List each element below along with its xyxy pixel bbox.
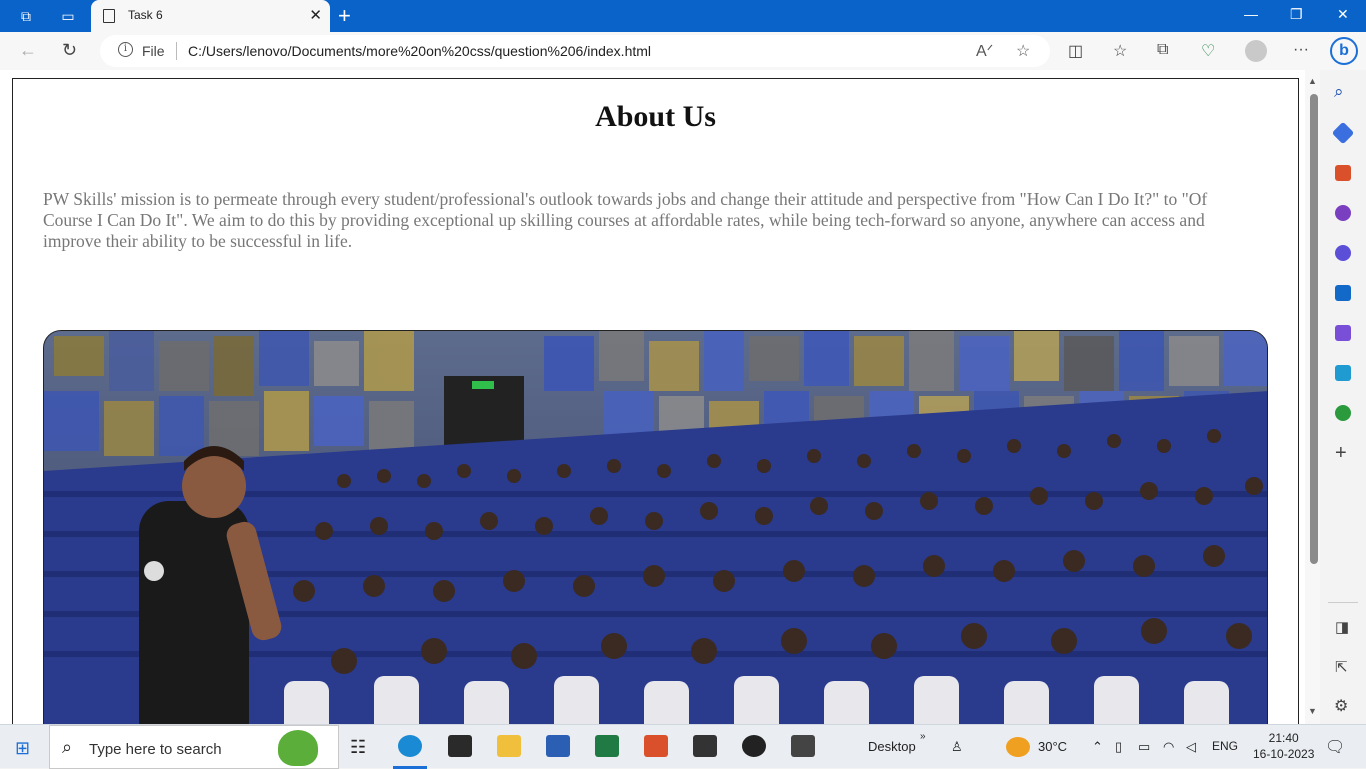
page-viewport: About Us PW Skills' mission is to permea… (0, 70, 1320, 724)
new-tab-icon[interactable]: + (338, 3, 351, 29)
page-icon (103, 9, 115, 23)
close-window-icon[interactable]: ✕ (1337, 6, 1349, 23)
file-label: File (142, 43, 165, 59)
taskbar-search[interactable]: ⌕ Type here to search (49, 725, 339, 769)
system-clock[interactable]: 21:40 16-10-2023 (1253, 730, 1314, 762)
wordpress-icon[interactable] (742, 735, 766, 757)
games-icon[interactable] (1335, 205, 1351, 221)
browser-toolbar: ← ↻ i File C:/Users/lenovo/Documents/mor… (0, 32, 1366, 70)
windows-start-icon[interactable]: ⊞ (15, 738, 30, 759)
notifications-icon[interactable]: 🗨 (1325, 737, 1345, 757)
url-text[interactable]: C:/Users/lenovo/Documents/more%20on%20cs… (188, 43, 651, 59)
volume-icon[interactable]: ◁ (1186, 739, 1196, 755)
wifi-icon[interactable]: ◠ (1163, 739, 1174, 755)
weather-sun-icon[interactable] (1006, 737, 1030, 757)
wordpress-app-icon[interactable] (791, 735, 815, 757)
scroll-down-icon[interactable]: ▼ (1308, 706, 1317, 716)
more-options-icon[interactable]: ··· (1293, 41, 1309, 59)
minimize-icon[interactable]: — (1244, 6, 1258, 22)
close-tab-icon[interactable]: ✕ (309, 6, 322, 24)
edge-sidebar: ⌕ + ◨ ⇱ ⚙ (1320, 70, 1366, 724)
mail-icon[interactable] (448, 735, 472, 757)
add-sidebar-app-icon[interactable]: + (1335, 442, 1347, 465)
dragon-search-highlight-icon (278, 730, 318, 766)
tab-title: Task 6 (128, 8, 163, 22)
read-aloud-icon[interactable]: Aᐟ (976, 41, 993, 61)
task-view-icon[interactable]: ☷ (350, 737, 366, 758)
auditorium-photo (43, 330, 1268, 724)
tree-icon[interactable] (1335, 405, 1351, 421)
powerpoint-icon[interactable] (644, 735, 668, 757)
excel-icon[interactable] (595, 735, 619, 757)
people-icon[interactable]: ♙ (951, 739, 963, 755)
search-icon[interactable]: ⌕ (1334, 82, 1344, 102)
chevron-double-icon[interactable]: » (920, 731, 926, 742)
workspaces-icon[interactable]: ⧉ (4, 0, 48, 32)
battery-icon[interactable]: ▭ (1138, 739, 1150, 755)
restore-icon[interactable]: ❐ (1290, 6, 1303, 23)
windows-taskbar: ⊞ ⌕ Type here to search ☷ Desktop » ♙ 30… (0, 724, 1366, 769)
favorite-star-icon[interactable]: ☆ (1016, 41, 1030, 61)
desktop-label[interactable]: Desktop (868, 739, 916, 754)
browser-essentials-icon[interactable]: ♡ (1201, 41, 1215, 61)
address-bar[interactable]: i File C:/Users/lenovo/Documents/more%20… (100, 35, 1050, 67)
temperature-label[interactable]: 30°C (1038, 739, 1067, 754)
open-external-icon[interactable]: ⇱ (1335, 658, 1348, 676)
file-explorer-icon[interactable] (497, 735, 521, 757)
search-icon: ⌕ (62, 737, 73, 757)
refresh-icon[interactable]: ↻ (62, 40, 77, 61)
clock-time: 21:40 (1268, 731, 1299, 745)
sidebar-settings-icon[interactable]: ⚙ (1334, 696, 1348, 716)
favorites-icon[interactable]: ☆ (1113, 41, 1127, 61)
browser-titlebar: ⧉ ▭ Task 6 ✕ + — ❐ ✕ (0, 0, 1366, 32)
camera-icon[interactable] (693, 735, 717, 757)
search-placeholder: Type here to search (89, 741, 222, 758)
scrollbar-thumb[interactable] (1310, 94, 1318, 564)
device-icon[interactable]: ▯ (1115, 739, 1122, 755)
page-title: About Us (595, 100, 716, 133)
split-screen-icon[interactable]: ◫ (1068, 41, 1083, 61)
microsoft-365-icon[interactable] (1335, 245, 1351, 261)
divider (176, 42, 177, 60)
clock-date: 16-10-2023 (1253, 747, 1315, 761)
back-icon[interactable]: ← (19, 40, 37, 61)
designer-icon[interactable] (1335, 325, 1351, 341)
tab-actions-icon[interactable]: ▭ (46, 0, 90, 32)
drop-icon[interactable] (1335, 365, 1351, 381)
language-indicator[interactable]: ENG (1212, 739, 1238, 753)
tools-briefcase-icon[interactable] (1335, 165, 1351, 181)
bing-copilot-icon[interactable]: b (1330, 37, 1358, 65)
sidebar-divider (1328, 602, 1358, 603)
collections-icon[interactable]: ⧉ (1157, 41, 1168, 59)
outlook-icon[interactable] (1335, 285, 1351, 301)
scroll-up-icon[interactable]: ▲ (1308, 76, 1317, 86)
profile-avatar[interactable] (1245, 40, 1267, 62)
info-icon[interactable]: i (118, 42, 133, 57)
hide-sidebar-icon[interactable]: ◨ (1335, 618, 1349, 636)
mission-paragraph: PW Skills' mission is to permeate throug… (43, 189, 1208, 251)
auditorium-image (44, 331, 1267, 724)
word-icon[interactable] (546, 735, 570, 757)
shopping-tag-icon[interactable] (1331, 121, 1355, 145)
edge-app-icon[interactable] (398, 735, 422, 757)
show-hidden-icons-icon[interactable]: ⌃ (1092, 739, 1103, 755)
tab-task-6[interactable]: Task 6 ✕ (91, 0, 330, 32)
